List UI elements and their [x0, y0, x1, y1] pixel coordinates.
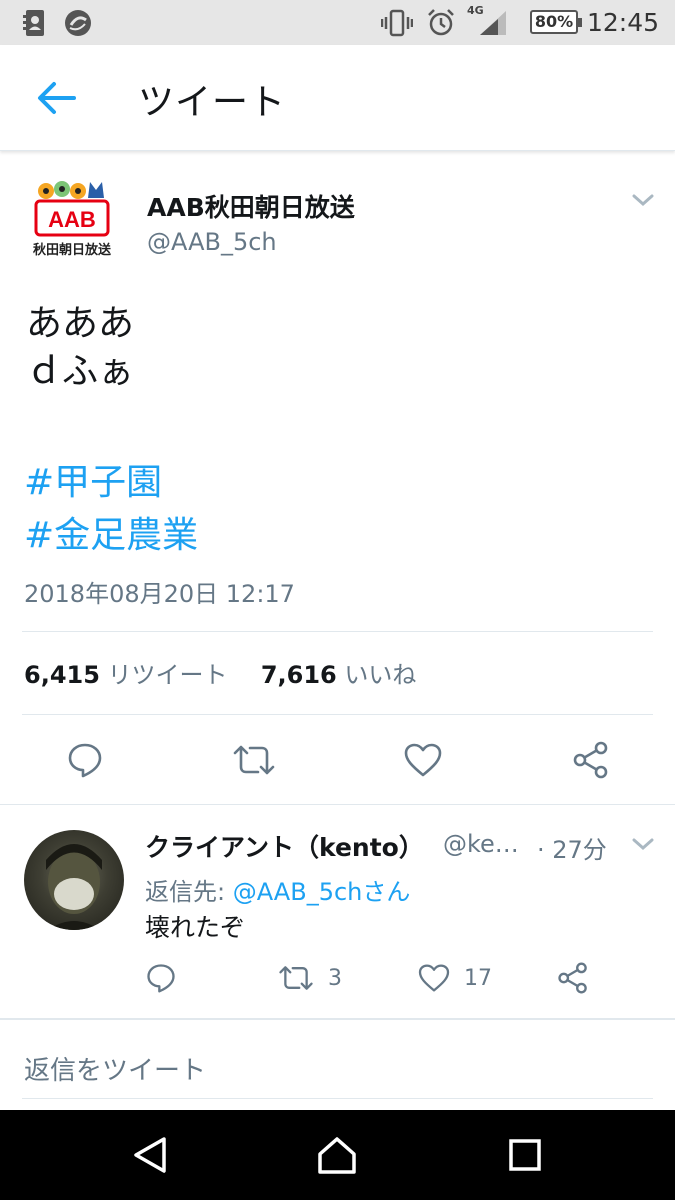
user-photo-icon: [46, 844, 102, 930]
divider: [22, 714, 653, 715]
nav-home-button[interactable]: [292, 1110, 382, 1200]
hashtag-list: #甲子園 #金足農業: [24, 456, 198, 562]
divider: [0, 1018, 675, 1020]
hashtag-link[interactable]: #甲子園: [24, 456, 198, 509]
vibrate-icon: [380, 0, 414, 45]
reply-retweet-button[interactable]: 3: [278, 960, 358, 996]
share-button[interactable]: [568, 738, 614, 782]
nav-back-button[interactable]: [105, 1110, 195, 1200]
like-count: 7,616: [260, 661, 337, 689]
status-bar: 4G 80% 12:45: [0, 0, 675, 45]
like-icon: [418, 964, 450, 992]
back-button[interactable]: [30, 77, 82, 119]
aab-logo-icon: AAB 秋田朝日放送: [33, 181, 112, 258]
like-icon: [404, 743, 442, 777]
reply-author-handle[interactable]: @ke…: [443, 830, 519, 858]
like-button[interactable]: [400, 738, 446, 782]
author-name[interactable]: AAB秋田朝日放送: [147, 188, 355, 224]
tweet-stats: 6,415 リツイート 7,616 いいね: [24, 655, 416, 690]
reply-retweet-count: 3: [328, 965, 342, 991]
reply-reply-button[interactable]: [143, 960, 179, 996]
svg-text:秋田朝日放送: 秋田朝日放送: [33, 242, 112, 258]
nav-recents-button[interactable]: [480, 1110, 570, 1200]
reply-to-prefix: 返信先:: [145, 878, 233, 906]
arrow-left-icon: [38, 82, 76, 114]
svg-text:AAB: AAB: [48, 207, 96, 232]
reply-like-button[interactable]: 17: [418, 960, 508, 996]
avatar[interactable]: AAB 秋田朝日放送: [24, 178, 124, 268]
reply-icon: [147, 964, 175, 993]
reply-author-name[interactable]: クライアント（kento）: [145, 828, 424, 864]
reply-text: 壊れたぞ: [145, 913, 246, 942]
reply-like-count: 17: [464, 965, 492, 991]
triangle-back-icon: [134, 1137, 166, 1173]
tweet-text-line: あああ: [26, 303, 135, 344]
retweet-count: 6,415: [24, 661, 100, 689]
chevron-down-icon: [632, 838, 654, 851]
reply-compose-field[interactable]: 返信をツイート: [24, 1050, 206, 1087]
square-recents-icon: [509, 1139, 541, 1171]
reply-button[interactable]: [62, 738, 108, 782]
divider: [22, 631, 653, 632]
divider: [0, 804, 675, 805]
hashtag-link[interactable]: #金足農業: [24, 509, 198, 562]
status-time: 12:45: [586, 8, 659, 37]
nav-bar: [0, 1110, 675, 1200]
like-label: いいね: [344, 661, 417, 689]
tweet-timestamp: 2018年08月20日 12:17: [24, 580, 295, 608]
tweet-text-line: ｄふぁ: [26, 351, 135, 392]
reply-icon: [68, 743, 102, 778]
reply-time: · 27分: [537, 836, 607, 864]
retweet-stat[interactable]: 6,415 リツイート: [24, 661, 228, 689]
reply-menu-button[interactable]: [628, 834, 658, 854]
battery-icon: 80%: [530, 10, 582, 34]
retweet-icon: [233, 745, 275, 775]
alarm-icon: [424, 0, 458, 45]
reply-to: 返信先: @AAB_5chさん: [145, 872, 410, 907]
author-handle[interactable]: @AAB_5ch: [147, 228, 277, 256]
app-bar: ツイート: [0, 45, 675, 151]
tweet-menu-button[interactable]: [628, 190, 658, 210]
divider: [22, 1098, 653, 1099]
avatar[interactable]: [24, 830, 124, 930]
contacts-icon: [20, 0, 50, 45]
home-icon: [318, 1137, 356, 1174]
signal-icon: [476, 0, 510, 45]
sync-icon: [60, 0, 96, 45]
chevron-down-icon: [632, 194, 654, 207]
retweet-icon: [279, 966, 313, 990]
retweet-label: リツイート: [107, 661, 228, 689]
reply-share-button[interactable]: [555, 960, 591, 996]
like-stat[interactable]: 7,616 いいね: [261, 661, 417, 689]
retweet-button[interactable]: [229, 738, 279, 782]
share-icon: [558, 962, 587, 994]
reply-to-user-link[interactable]: @AAB_5chさん: [233, 878, 411, 906]
page-title: ツイート: [138, 82, 287, 123]
tweet-text: あああ ｄふぁ: [26, 300, 134, 396]
share-icon: [573, 741, 608, 779]
